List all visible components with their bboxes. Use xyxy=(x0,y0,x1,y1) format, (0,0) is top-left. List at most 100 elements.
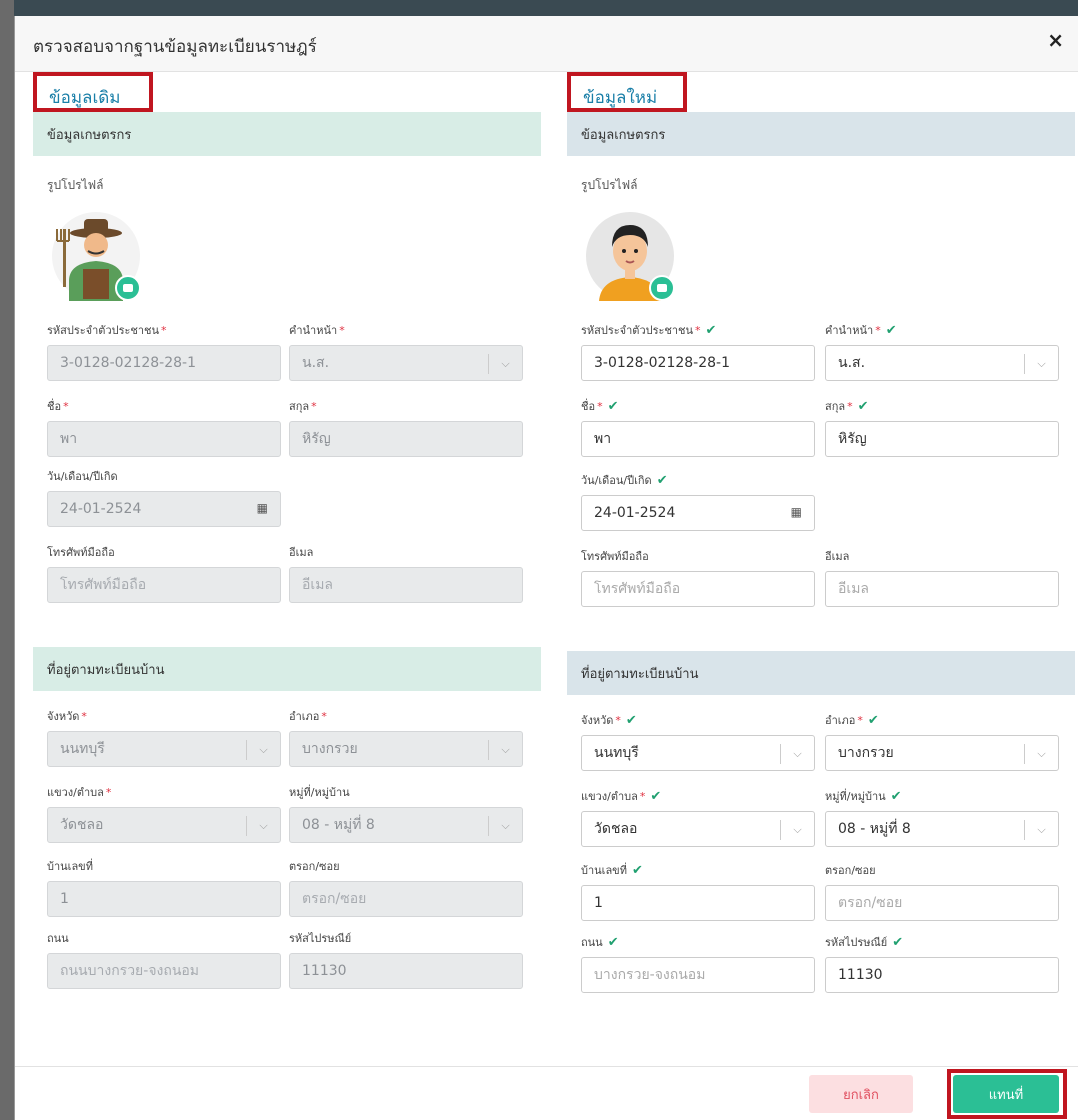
select-value: นนทบุรี xyxy=(60,741,105,757)
postcode-field: รหัสไปรษณีย์ ✔ 11130 xyxy=(825,933,1059,993)
dob-field: วัน/เดือน/ปีเกิด 24-01-2524 ▦ xyxy=(47,467,281,527)
replace-button[interactable]: แทนที่ xyxy=(953,1075,1059,1113)
village-field: หมู่ที่/หมู่บ้าน ✔ 08 - หมู่ที่ 8 ⌵ xyxy=(825,787,1059,847)
district-field: อำเภอ * บางกรวย ⌵ xyxy=(289,707,523,767)
select-value: 08 - หมู่ที่ 8 xyxy=(302,817,375,833)
dob-input[interactable]: 24-01-2524 ▦ xyxy=(47,491,281,527)
first-name-input[interactable]: พา xyxy=(47,421,281,457)
compare-modal: ตรวจสอบจากฐานข้อมูลทะเบียนราษฎร์ × ข้อมู… xyxy=(14,16,1078,1120)
prefix-select[interactable]: น.ส. ⌵ xyxy=(289,345,523,381)
field-label: โทรศัพท์มือถือ xyxy=(47,546,115,559)
check-icon: ✔ xyxy=(890,788,902,804)
subdistrict-select[interactable]: วัดชลอ ⌵ xyxy=(47,807,281,843)
original-data-heading: ข้อมูลเดิม xyxy=(33,72,541,112)
phone-input[interactable]: โทรศัพท์มือถือ xyxy=(47,567,281,603)
phone-input[interactable]: โทรศัพท์มือถือ xyxy=(581,571,815,607)
close-icon[interactable]: × xyxy=(1047,28,1064,52)
province-select[interactable]: นนทบุรี ⌵ xyxy=(581,735,815,771)
field-label: ชื่อ xyxy=(581,400,596,413)
house-no-input[interactable]: 1 xyxy=(581,885,815,921)
prefix-field: คำนำหน้า * ✔ น.ส. ⌵ xyxy=(825,321,1059,381)
required-mark: * xyxy=(311,399,317,413)
last-name-input[interactable]: หิรัญ xyxy=(825,421,1059,457)
field-label: คำนำหน้า xyxy=(289,324,338,337)
profile-photo-label: รูปโปรไฟล์ xyxy=(581,178,638,192)
field-label: อีเมล xyxy=(825,550,850,563)
field-label: แขวง/ตำบล xyxy=(47,786,104,799)
subdistrict-field: แขวง/ตำบล * ✔ วัดชลอ ⌵ xyxy=(581,787,815,847)
citizen-id-field: รหัสประจำตัวประชาชน * ✔ 3-0128-02128-28-1 xyxy=(581,321,815,381)
field-label: จังหวัด xyxy=(47,710,80,723)
house-no-field: บ้านเลขที่ ✔ 1 xyxy=(581,861,815,921)
chevron-down-icon: ⌵ xyxy=(488,740,522,760)
district-select[interactable]: บางกรวย ⌵ xyxy=(825,735,1059,771)
calendar-icon[interactable]: ▦ xyxy=(791,505,802,519)
dob-input[interactable]: 24-01-2524 ▦ xyxy=(581,495,815,531)
field-label: รหัสประจำตัวประชาชน xyxy=(581,324,694,337)
select-value: วัดชลอ xyxy=(60,817,104,833)
province-select[interactable]: นนทบุรี ⌵ xyxy=(47,731,281,767)
chevron-down-icon: ⌵ xyxy=(1024,744,1058,764)
alley-input[interactable]: ตรอก/ซอย xyxy=(289,881,523,917)
person-avatar xyxy=(585,211,675,301)
camera-icon[interactable] xyxy=(649,275,675,301)
required-mark: * xyxy=(81,709,87,723)
field-label: ตรอก/ซอย xyxy=(825,864,876,877)
email-input[interactable]: อีเมล xyxy=(825,571,1059,607)
postcode-input[interactable]: 11130 xyxy=(825,957,1059,993)
field-label: สกุล xyxy=(289,400,310,413)
prefix-field: คำนำหน้า * น.ส. ⌵ xyxy=(289,321,523,381)
cancel-button[interactable]: ยกเลิก xyxy=(809,1075,913,1113)
modal-footer: ยกเลิก แทนที่ xyxy=(15,1066,1078,1120)
village-select[interactable]: 08 - หมู่ที่ 8 ⌵ xyxy=(825,811,1059,847)
required-mark: * xyxy=(339,323,345,337)
chevron-down-icon: ⌵ xyxy=(780,744,814,764)
last-name-field: สกุล * ✔ หิรัญ xyxy=(825,397,1059,457)
alley-input[interactable]: ตรอก/ซอย xyxy=(825,885,1059,921)
check-icon: ✔ xyxy=(607,398,619,414)
district-select[interactable]: บางกรวย ⌵ xyxy=(289,731,523,767)
check-icon: ✔ xyxy=(867,712,879,728)
field-label: คำนำหน้า xyxy=(825,324,874,337)
field-label: แขวง/ตำบล xyxy=(581,790,638,803)
first-name-input[interactable]: พา xyxy=(581,421,815,457)
village-select[interactable]: 08 - หมู่ที่ 8 ⌵ xyxy=(289,807,523,843)
modal-header: ตรวจสอบจากฐานข้อมูลทะเบียนราษฎร์ × xyxy=(15,16,1078,72)
required-mark: * xyxy=(857,713,863,727)
check-icon: ✔ xyxy=(650,788,662,804)
first-name-field: ชื่อ * ✔ พา xyxy=(581,397,815,457)
farmer-section-header: ข้อมูลเกษตรกร xyxy=(33,112,541,156)
field-label: วัน/เดือน/ปีเกิด xyxy=(47,470,118,483)
select-value: 08 - หมู่ที่ 8 xyxy=(838,821,911,837)
field-label: รหัสไปรษณีย์ xyxy=(825,936,888,949)
road-input[interactable]: บางกรวย-จงถนอม xyxy=(581,957,815,993)
subdistrict-select[interactable]: วัดชลอ ⌵ xyxy=(581,811,815,847)
farmer-section-header: ข้อมูลเกษตรกร xyxy=(567,112,1075,156)
last-name-input[interactable]: หิรัญ xyxy=(289,421,523,457)
original-data-column: ข้อมูลเดิม ข้อมูลเกษตรกร รูปโปรไฟล์ รหัส… xyxy=(33,72,541,1007)
email-input[interactable]: อีเมล xyxy=(289,567,523,603)
check-icon: ✔ xyxy=(625,712,637,728)
chevron-down-icon: ⌵ xyxy=(1024,354,1058,374)
email-field: อีเมล อีเมล xyxy=(825,547,1059,607)
required-mark: * xyxy=(695,323,701,337)
postcode-input[interactable]: 11130 xyxy=(289,953,523,989)
road-input[interactable]: ถนนบางกรวย-จงถนอม xyxy=(47,953,281,989)
chevron-down-icon: ⌵ xyxy=(1024,820,1058,840)
required-mark: * xyxy=(615,713,621,727)
modal-title: ตรวจสอบจากฐานข้อมูลทะเบียนราษฎร์ xyxy=(33,37,317,57)
select-value: น.ส. xyxy=(838,355,866,371)
citizen-id-input[interactable]: 3-0128-02128-28-1 xyxy=(47,345,281,381)
check-icon: ✔ xyxy=(885,322,897,338)
prefix-select[interactable]: น.ส. ⌵ xyxy=(825,345,1059,381)
camera-icon[interactable] xyxy=(115,275,141,301)
check-icon: ✔ xyxy=(656,472,668,488)
citizen-id-input[interactable]: 3-0128-02128-28-1 xyxy=(581,345,815,381)
calendar-icon[interactable]: ▦ xyxy=(257,501,268,515)
chevron-down-icon: ⌵ xyxy=(246,816,280,836)
citizen-id-field: รหัสประจำตัวประชาชน * 3-0128-02128-28-1 xyxy=(47,321,281,381)
field-label: ชื่อ xyxy=(47,400,62,413)
page-backdrop-header xyxy=(0,0,1078,16)
house-no-input[interactable]: 1 xyxy=(47,881,281,917)
required-mark: * xyxy=(597,399,603,413)
